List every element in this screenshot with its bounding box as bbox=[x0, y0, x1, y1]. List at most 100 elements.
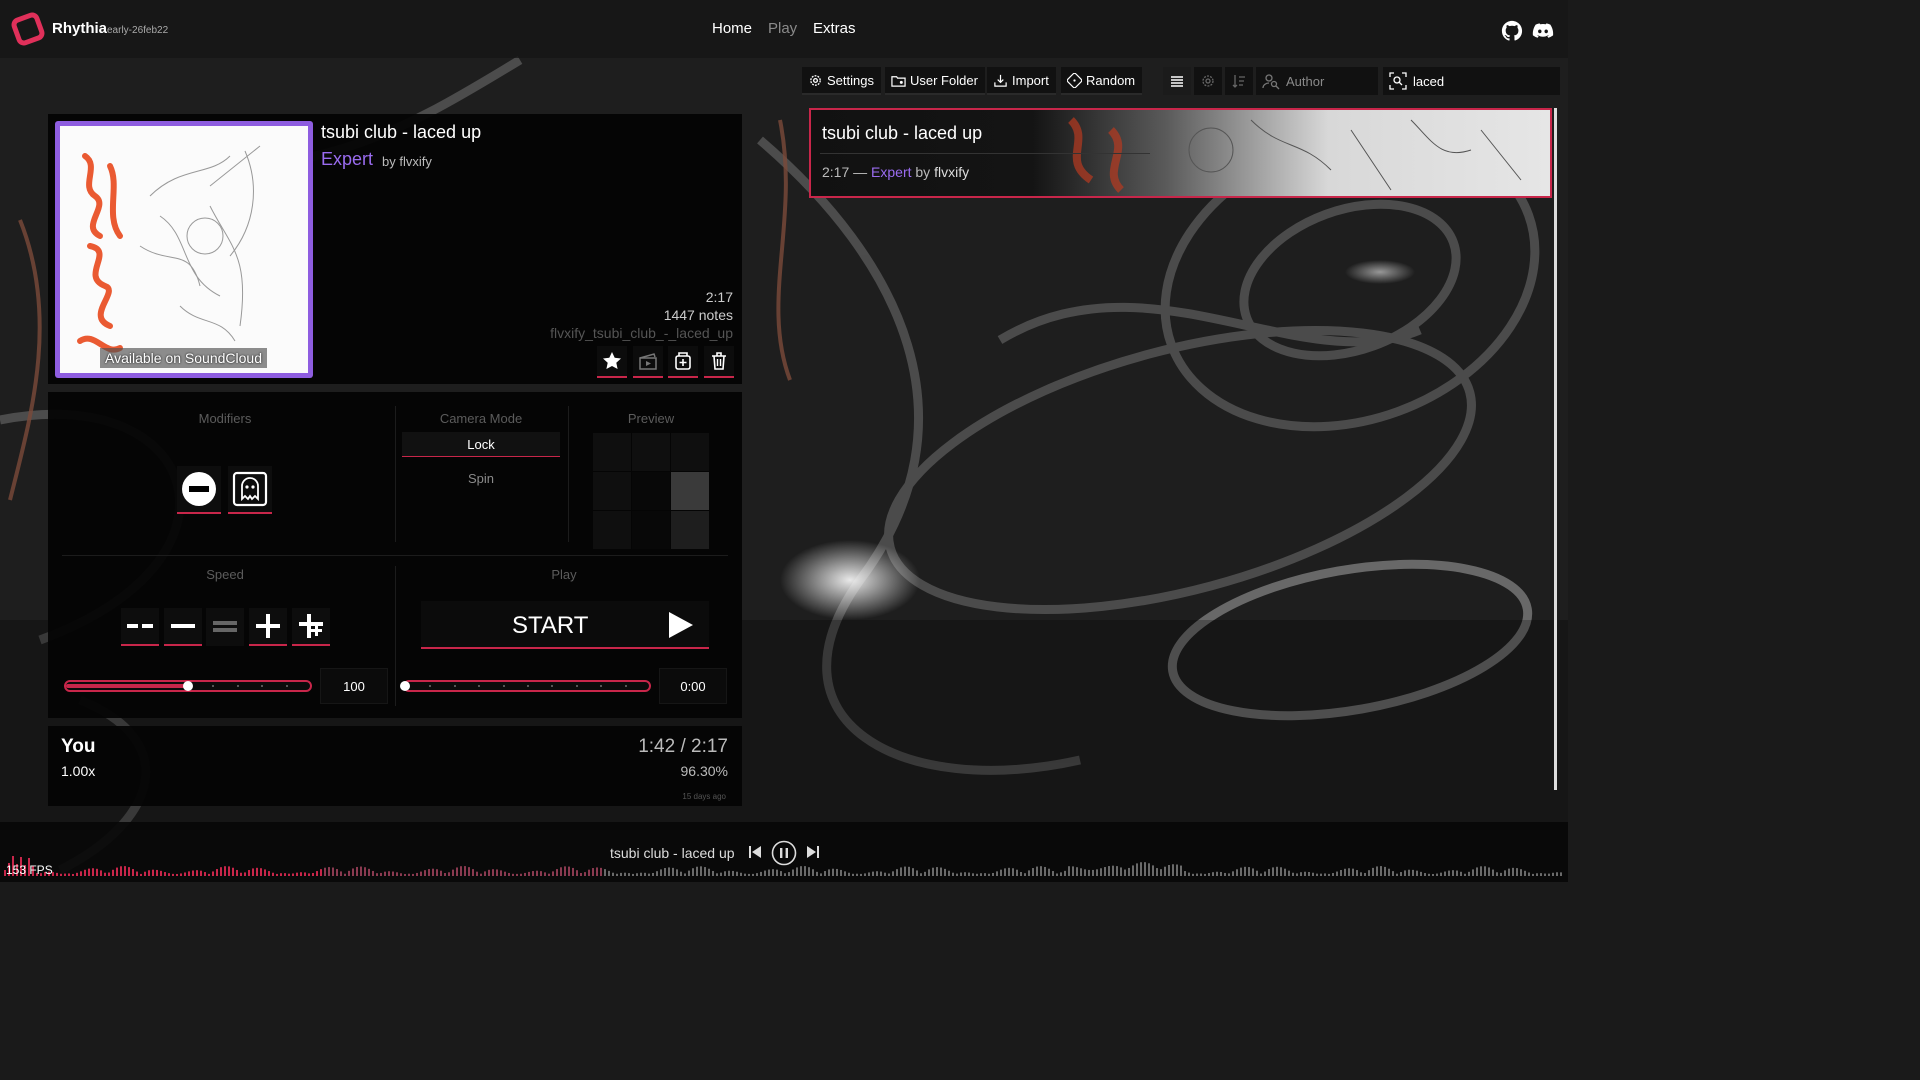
favorite-button[interactable] bbox=[597, 346, 627, 378]
visualizer-bar bbox=[300, 872, 302, 876]
visualizer-bar bbox=[780, 871, 782, 876]
visualizer-bar bbox=[504, 871, 506, 876]
copy-button[interactable] bbox=[668, 346, 698, 378]
start-time-value[interactable]: 0:00 bbox=[659, 668, 727, 704]
visualizer-bar bbox=[448, 872, 450, 876]
visualizer-bar bbox=[92, 868, 94, 876]
search-icon bbox=[1389, 72, 1407, 90]
visualizer-bar bbox=[328, 867, 330, 876]
visualizer-bar bbox=[1220, 871, 1222, 876]
random-button[interactable]: Random bbox=[1061, 67, 1143, 95]
map-id: flvxify_tsubi_club_-_laced_up bbox=[550, 325, 733, 341]
speed-down-button[interactable] bbox=[164, 608, 202, 646]
visualizer-bar bbox=[488, 869, 490, 876]
author-search-icon bbox=[1262, 74, 1280, 90]
map-list-scrollbar[interactable] bbox=[1554, 108, 1557, 790]
video-button[interactable] bbox=[633, 346, 663, 378]
visualizer-bar bbox=[1272, 867, 1274, 876]
visualizer-bar bbox=[1084, 869, 1086, 876]
filter-settings-icon bbox=[1202, 75, 1214, 87]
visualizer-bar bbox=[276, 873, 278, 876]
visualizer-bar bbox=[64, 873, 66, 876]
slider-tick bbox=[261, 685, 264, 687]
visualizer-bar bbox=[1288, 870, 1290, 876]
speed-up-button[interactable] bbox=[249, 608, 287, 646]
visualizer-bar bbox=[416, 872, 418, 876]
visualizer-bar bbox=[1240, 867, 1242, 876]
visualizer-bar bbox=[632, 873, 634, 876]
search-input[interactable] bbox=[1413, 73, 1533, 89]
import-icon bbox=[994, 74, 1007, 87]
visualizer-bar bbox=[840, 869, 842, 876]
visualizer-bar bbox=[1076, 867, 1078, 876]
visualizer-bar bbox=[968, 872, 970, 876]
speed-slider-handle[interactable] bbox=[183, 681, 193, 691]
map-search[interactable] bbox=[1383, 67, 1560, 95]
delete-button[interactable] bbox=[704, 346, 734, 378]
sort-button[interactable] bbox=[1225, 67, 1253, 95]
visualizer-bar bbox=[896, 869, 898, 876]
visualizer-bar bbox=[1164, 866, 1166, 876]
visualizer-bar bbox=[1008, 867, 1010, 876]
score-player: You bbox=[61, 736, 96, 757]
camera-option-spin[interactable]: Spin bbox=[402, 466, 560, 491]
visualizer-bar bbox=[548, 873, 550, 876]
visualizer-bar bbox=[1468, 871, 1470, 876]
speed-slider[interactable] bbox=[64, 680, 312, 692]
no-fail-button[interactable] bbox=[177, 466, 221, 514]
visualizer-bar bbox=[1480, 866, 1482, 876]
visualizer-bar bbox=[1396, 873, 1398, 876]
visualizer-bar bbox=[444, 872, 446, 876]
soundcloud-badge[interactable]: Available on SoundCloud bbox=[100, 348, 267, 368]
visualizer-bar bbox=[920, 873, 922, 876]
speed-up-large-button[interactable] bbox=[292, 608, 330, 646]
start-position-handle[interactable] bbox=[400, 681, 410, 691]
visualizer-bar bbox=[1296, 873, 1298, 876]
previous-icon[interactable] bbox=[748, 845, 762, 859]
pause-icon[interactable] bbox=[771, 840, 797, 866]
visualizer-bar bbox=[420, 871, 422, 876]
next-icon[interactable] bbox=[806, 845, 820, 859]
visualizer-bar bbox=[204, 872, 206, 876]
visualizer-bar bbox=[824, 871, 826, 876]
settings-label: Settings bbox=[827, 72, 874, 88]
visualizer-bar bbox=[1548, 873, 1550, 876]
speed-value[interactable]: 100 bbox=[320, 668, 388, 704]
visualizer-bar bbox=[1516, 868, 1518, 876]
author-input[interactable] bbox=[1286, 73, 1372, 89]
user-folder-button[interactable]: User Folder bbox=[885, 67, 985, 95]
visualizer-bar bbox=[156, 869, 158, 876]
camera-mode-heading: Camera Mode bbox=[439, 411, 523, 426]
visualizer-bar bbox=[208, 873, 210, 876]
visualizer-bar bbox=[188, 871, 190, 876]
visualizer-bar bbox=[932, 867, 934, 876]
slider-tick bbox=[575, 685, 578, 687]
camera-option-lock[interactable]: Lock bbox=[402, 432, 560, 457]
visualizer-bar bbox=[760, 871, 762, 876]
visualizer-bar bbox=[1268, 869, 1270, 876]
ghost-button[interactable] bbox=[228, 466, 272, 514]
visualizer-bar bbox=[260, 868, 262, 876]
list-view-button[interactable] bbox=[1163, 67, 1191, 95]
slider-tick bbox=[624, 685, 627, 687]
visualizer-bar bbox=[736, 871, 738, 876]
filter-settings-button[interactable] bbox=[1194, 67, 1222, 95]
visualizer-bar bbox=[696, 866, 698, 876]
visualizer-bar bbox=[1172, 864, 1174, 876]
visualizer-bar bbox=[956, 873, 958, 876]
start-button[interactable]: START bbox=[421, 601, 709, 649]
visualizer-bar bbox=[1252, 868, 1254, 876]
dice-icon bbox=[1067, 72, 1082, 88]
speed-reset-button[interactable] bbox=[206, 608, 244, 646]
speed-down-large-button[interactable] bbox=[121, 608, 159, 646]
start-position-slider[interactable] bbox=[400, 680, 651, 692]
settings-button[interactable]: Settings bbox=[802, 67, 881, 95]
author-filter[interactable] bbox=[1256, 67, 1378, 95]
preview-heading: Preview bbox=[627, 411, 675, 426]
visualizer-bar bbox=[1144, 862, 1146, 876]
preview-cell bbox=[632, 433, 670, 471]
visualizer-bar bbox=[348, 870, 350, 876]
visualizer-bar bbox=[1384, 866, 1386, 876]
modifiers-heading: Modifiers bbox=[198, 411, 252, 426]
import-button[interactable]: Import bbox=[987, 67, 1056, 95]
